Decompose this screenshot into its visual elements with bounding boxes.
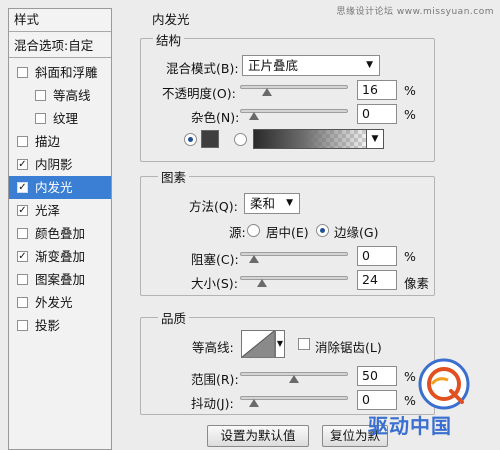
jitter-label: 抖动(J): — [191, 396, 234, 411]
style-checkbox[interactable] — [17, 136, 28, 147]
style-item[interactable]: 外发光 — [9, 291, 111, 314]
choke-unit: % — [404, 249, 416, 264]
range-input[interactable]: 50 — [357, 366, 397, 386]
source-label: 源: — [229, 225, 246, 240]
opacity-slider-thumb[interactable] — [261, 88, 272, 96]
style-checkbox[interactable] — [17, 297, 28, 308]
noise-slider-thumb[interactable] — [249, 112, 259, 120]
color-radio[interactable] — [184, 133, 197, 146]
contour-preview[interactable] — [241, 330, 275, 358]
style-item[interactable]: ✓ 渐变叠加 — [9, 245, 111, 268]
size-input[interactable]: 24 — [357, 270, 397, 290]
style-checkbox[interactable] — [17, 228, 28, 239]
choke-input[interactable]: 0 — [357, 246, 397, 266]
chevron-down-icon: ▼ — [366, 60, 373, 70]
style-item[interactable]: 等高线 — [9, 84, 111, 107]
style-checkbox[interactable] — [17, 67, 28, 78]
style-checkbox[interactable]: ✓ — [17, 182, 28, 193]
style-item-label: 渐变叠加 — [35, 249, 86, 264]
style-checkbox[interactable] — [35, 90, 46, 101]
style-item-label: 斜面和浮雕 — [35, 65, 98, 80]
noise-input[interactable]: 0 — [357, 104, 397, 124]
source-edge-label[interactable]: 边缘(G) — [334, 222, 378, 241]
size-label: 大小(S): — [191, 276, 238, 291]
opacity-input[interactable]: 16 — [357, 80, 397, 100]
style-item[interactable]: ✓ 内发光 — [9, 176, 111, 199]
style-item[interactable]: 纹理 — [9, 107, 111, 130]
style-item-label: 投影 — [35, 318, 61, 333]
source-center-radio[interactable] — [247, 224, 260, 237]
contour-curve-icon — [241, 330, 275, 358]
style-item[interactable]: 斜面和浮雕 — [9, 61, 111, 84]
blend-mode-label: 混合模式(B): — [166, 61, 239, 76]
choke-slider-thumb[interactable] — [249, 255, 259, 263]
gradient-radio[interactable] — [234, 133, 247, 146]
glow-color-swatch[interactable] — [201, 130, 219, 148]
style-item-label: 纹理 — [53, 111, 79, 126]
choke-label: 阻塞(C): — [191, 252, 239, 267]
blend-mode-value: 正片叠底 — [248, 58, 299, 73]
opacity-unit: % — [404, 83, 416, 98]
elements-legend: 图素 — [158, 167, 190, 186]
set-default-button[interactable]: 设置为默认值 — [207, 425, 309, 447]
range-label: 范围(R): — [191, 372, 239, 387]
brand-logo-icon — [418, 358, 470, 410]
gradient-dropdown-icon[interactable]: ▼ — [366, 129, 384, 149]
source-center-label[interactable]: 居中(E) — [266, 222, 309, 241]
style-item-label: 描边 — [35, 134, 61, 149]
antialias-label[interactable]: 消除锯齿(L) — [315, 337, 382, 356]
style-item[interactable]: 描边 — [9, 130, 111, 153]
styles-header[interactable]: 样式 — [9, 9, 111, 32]
noise-label: 杂色(N): — [191, 110, 240, 125]
style-item[interactable]: 颜色叠加 — [9, 222, 111, 245]
size-slider-thumb[interactable] — [257, 279, 267, 287]
source-edge-radio[interactable] — [316, 224, 329, 237]
quality-legend: 品质 — [158, 308, 190, 327]
style-item-label: 内发光 — [35, 180, 73, 195]
style-checkbox[interactable] — [35, 113, 46, 124]
blending-options-item[interactable]: 混合选项:自定 — [9, 35, 111, 58]
method-select[interactable]: 柔和 ▼ — [244, 193, 300, 214]
blend-mode-select[interactable]: 正片叠底 ▼ — [242, 55, 380, 76]
style-item[interactable]: ✓ 内阴影 — [9, 153, 111, 176]
style-checkbox[interactable] — [17, 320, 28, 331]
brand-text: 驱动中国 — [368, 414, 452, 438]
style-item-label: 图案叠加 — [35, 272, 86, 287]
style-item-label: 光泽 — [35, 203, 61, 218]
size-unit: 像素 — [404, 276, 430, 291]
style-item[interactable]: 投影 — [9, 314, 111, 337]
styles-sidebar: 样式 混合选项:自定 斜面和浮雕等高线纹理描边 ✓ 内阴影 ✓ 内发光 ✓ 光泽颜色叠加 ✓ 渐… — [8, 8, 112, 450]
jitter-input[interactable]: 0 — [357, 390, 397, 410]
style-item[interactable]: ✓ 光泽 — [9, 199, 111, 222]
opacity-slider[interactable] — [240, 85, 348, 89]
jitter-slider-thumb[interactable] — [249, 399, 259, 407]
panel-title: 内发光 — [152, 12, 190, 27]
style-checkbox[interactable] — [17, 274, 28, 285]
antialias-checkbox[interactable] — [298, 338, 310, 350]
style-checkbox[interactable]: ✓ — [17, 205, 28, 216]
style-item-label: 等高线 — [53, 88, 91, 103]
noise-unit: % — [404, 107, 416, 122]
contour-label: 等高线: — [192, 340, 234, 355]
style-item-label: 外发光 — [35, 295, 73, 310]
style-item-label: 内阴影 — [35, 157, 73, 172]
gradient-preview[interactable] — [253, 129, 368, 149]
contour-dropdown-icon[interactable]: ▼ — [275, 330, 285, 358]
style-item[interactable]: 图案叠加 — [9, 268, 111, 291]
range-unit: % — [404, 369, 416, 384]
method-value: 柔和 — [250, 196, 276, 211]
jitter-unit: % — [404, 393, 416, 408]
structure-legend: 结构 — [153, 30, 185, 49]
method-label: 方法(Q): — [189, 199, 238, 214]
style-checkbox[interactable]: ✓ — [17, 251, 28, 262]
chevron-down-icon: ▼ — [286, 198, 293, 208]
opacity-label: 不透明度(O): — [162, 86, 236, 101]
style-item-label: 颜色叠加 — [35, 226, 86, 241]
watermark-text: 思缘设计论坛 www.missyuan.com — [336, 7, 494, 17]
range-slider-thumb[interactable] — [289, 375, 299, 383]
style-checkbox[interactable]: ✓ — [17, 159, 28, 170]
